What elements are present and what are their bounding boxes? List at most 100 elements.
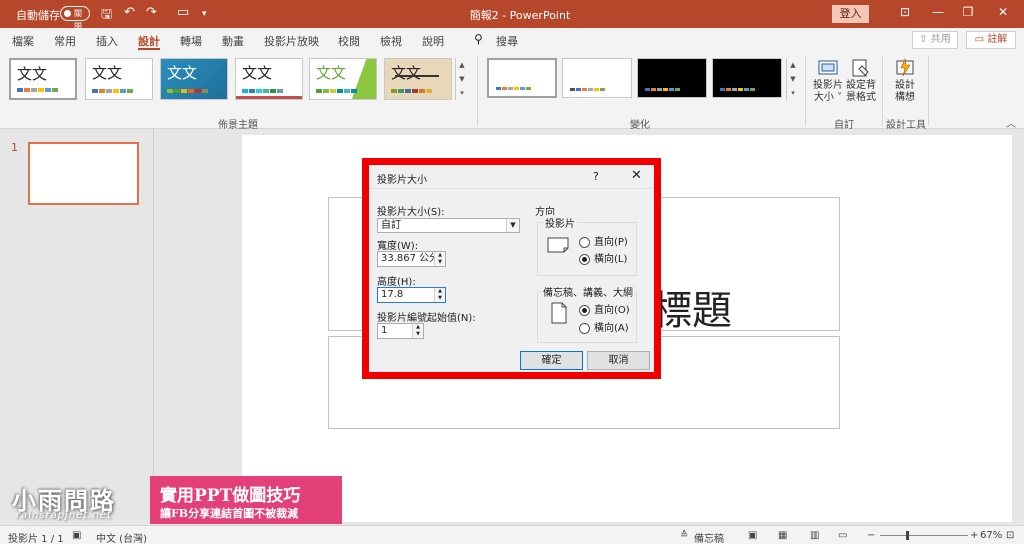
search-label[interactable]: 搜尋 — [496, 33, 518, 49]
notes-button[interactable]: 備忘稿 — [694, 530, 724, 544]
zoom-level[interactable]: 67% — [980, 530, 1002, 541]
notes-portrait-radio[interactable]: 直向(O) — [579, 305, 630, 316]
notes-orientation-label: 備忘稿、講義、大綱 — [541, 284, 635, 299]
chevron-down-icon[interactable]: ▼ — [787, 72, 799, 86]
width-label: 寬度(W): — [377, 241, 419, 252]
theme-facet[interactable]: 文文 — [160, 58, 228, 100]
design-ideas-icon — [896, 58, 914, 77]
tab-file[interactable]: 檔案 — [12, 33, 34, 49]
more-icon[interactable]: ▾ — [787, 86, 799, 100]
variants-group-label: 變化 — [630, 120, 650, 131]
width-input[interactable]: 33.867 公分 ▲ ▼ — [377, 251, 446, 267]
search-icon[interactable]: ⚲ — [474, 32, 483, 46]
slideshow-view-icon[interactable]: ▭ — [838, 530, 847, 541]
variant-2[interactable] — [562, 58, 632, 98]
designer-group-label: 設計工具 — [886, 120, 926, 131]
ribbon-tabs: 檔案 常用 插入 設計 轉場 動畫 投影片放映 校閱 檢視 說明 ⚲ 搜尋 ⇪ … — [0, 28, 1024, 52]
highlight-frame: 投影片大小 ? ✕ 投影片大小(S): 自訂 ▼ 寬度(W): 33.867 公… — [362, 158, 661, 379]
theme-integral[interactable]: 文文 — [235, 58, 303, 100]
themes-gallery-scroll[interactable]: ▲ ▼ ▾ — [455, 58, 468, 100]
chevron-down-icon[interactable]: ▼ — [456, 72, 468, 86]
slide-size-label: 投影片大小(S): — [377, 207, 445, 218]
save-icon[interactable]: 🖫 — [101, 5, 112, 27]
collapse-ribbon-icon[interactable]: ︿ — [1006, 115, 1016, 130]
slide-thumbnail-pane: 1 — [0, 129, 154, 522]
theme-organic[interactable]: 文文 — [384, 58, 452, 100]
slides-orientation-group: 投影片 直向(P) 橫向(L) — [537, 215, 637, 276]
slide-size-select[interactable]: 自訂 ▼ — [377, 218, 520, 233]
tab-insert[interactable]: 插入 — [96, 33, 118, 49]
zoom-slider[interactable] — [880, 535, 968, 536]
number-stepper[interactable]: ▲ ▼ — [412, 324, 423, 338]
slides-portrait-radio[interactable]: 直向(P) — [579, 237, 628, 248]
status-bar: 投影片 1 / 1 ▣ 中文 (台灣) ≙ 備忘稿 ▣ ▦ ▥ ▭ − + 67… — [0, 525, 1024, 544]
close-icon[interactable]: ✕ — [631, 168, 642, 183]
variant-1[interactable] — [487, 58, 557, 98]
banner-line-1: 實用PPT做圖技巧 — [160, 486, 301, 506]
chevron-up-icon[interactable]: ▲ — [787, 58, 799, 72]
chevron-down-icon[interactable]: ▼ — [506, 219, 519, 232]
number-slides-input[interactable]: 1 ▲ ▼ — [377, 323, 424, 339]
close-icon[interactable]: ✕ — [993, 5, 1013, 19]
reading-view-icon[interactable]: ▥ — [810, 530, 819, 541]
theme-ion[interactable]: 文文 — [309, 58, 377, 100]
number-slides-label: 投影片編號起始值(N): — [377, 313, 476, 324]
theme-office-2[interactable]: 文文 — [85, 58, 153, 100]
tab-view[interactable]: 檢視 — [380, 33, 402, 49]
signin-button[interactable]: 登入 — [832, 5, 869, 23]
zoom-in-icon[interactable]: + — [970, 530, 978, 541]
autosave-label: 自動儲存 — [16, 9, 60, 22]
landscape-icon — [547, 237, 569, 253]
zoom-slider-thumb[interactable] — [906, 531, 909, 540]
tab-home[interactable]: 常用 — [54, 33, 76, 49]
undo-icon[interactable]: ↶ — [124, 5, 135, 20]
width-stepper[interactable]: ▲ ▼ — [434, 252, 445, 266]
variant-3[interactable] — [637, 58, 707, 98]
format-background-button[interactable]: 設定背 景格式 — [842, 58, 880, 104]
slide-thumbnail[interactable] — [28, 142, 139, 205]
sorter-view-icon[interactable]: ▦ — [778, 530, 787, 541]
height-input[interactable]: 17.8 ▲ ▼ — [377, 287, 446, 303]
tab-help[interactable]: 說明 — [422, 33, 444, 49]
slide-size-dialog: 投影片大小 ? ✕ 投影片大小(S): 自訂 ▼ 寬度(W): 33.867 公… — [369, 165, 654, 372]
share-button[interactable]: ⇪ 共用 — [912, 31, 958, 49]
more-icon[interactable]: ▾ — [456, 86, 468, 100]
watermark-site-url: rainsrapjnet.net — [16, 510, 112, 521]
ok-button[interactable]: 確定 — [520, 351, 583, 370]
design-ideas-button[interactable]: 設計 構想 — [886, 58, 924, 104]
slide-size-icon — [818, 60, 838, 75]
minimize-icon[interactable]: — — [928, 5, 948, 19]
cancel-button[interactable]: 取消 — [587, 351, 650, 370]
customize-icon[interactable]: ▾ — [202, 9, 207, 19]
fit-to-window-icon[interactable]: ⊡ — [1006, 530, 1014, 541]
variant-4[interactable] — [712, 58, 782, 98]
chevron-up-icon[interactable]: ▲ — [456, 58, 468, 72]
accessibility-icon[interactable]: ▣ — [72, 530, 81, 541]
dialog-title: 投影片大小 — [377, 175, 427, 186]
notes-orientation-group: 備忘稿、講義、大綱 直向(O) 橫向(A) — [537, 284, 637, 343]
autosave-toggle[interactable]: 關閉 — [60, 6, 90, 31]
theme-office[interactable]: 文文 — [9, 58, 77, 100]
redo-icon[interactable]: ↷ — [146, 5, 157, 20]
notes-icon[interactable]: ≙ — [680, 530, 688, 541]
notes-landscape-radio[interactable]: 橫向(A) — [579, 323, 629, 334]
tab-slideshow[interactable]: 投影片放映 — [264, 33, 319, 49]
height-stepper[interactable]: ▲ ▼ — [434, 288, 445, 302]
comment-button[interactable]: ▭ 註解 — [966, 31, 1016, 49]
ribbon-display-icon[interactable]: ⊡ — [895, 5, 915, 19]
language-status[interactable]: 中文 (台灣) — [96, 530, 147, 544]
height-label: 高度(H): — [377, 277, 416, 288]
tab-design[interactable]: 設計 — [138, 33, 160, 50]
slide-count: 投影片 1 / 1 — [8, 534, 64, 544]
tab-animations[interactable]: 動畫 — [222, 33, 244, 49]
zoom-out-icon[interactable]: − — [867, 530, 875, 541]
present-icon[interactable]: ▭ — [177, 5, 189, 20]
title-text: 標題 — [652, 288, 732, 334]
normal-view-icon[interactable]: ▣ — [748, 530, 757, 541]
help-icon[interactable]: ? — [593, 170, 599, 183]
tab-transitions[interactable]: 轉場 — [180, 33, 202, 49]
slides-landscape-radio[interactable]: 橫向(L) — [579, 254, 627, 265]
variants-gallery-scroll[interactable]: ▲ ▼ ▾ — [786, 58, 799, 100]
tab-review[interactable]: 校閱 — [338, 33, 360, 49]
restore-icon[interactable]: ❐ — [958, 5, 978, 19]
